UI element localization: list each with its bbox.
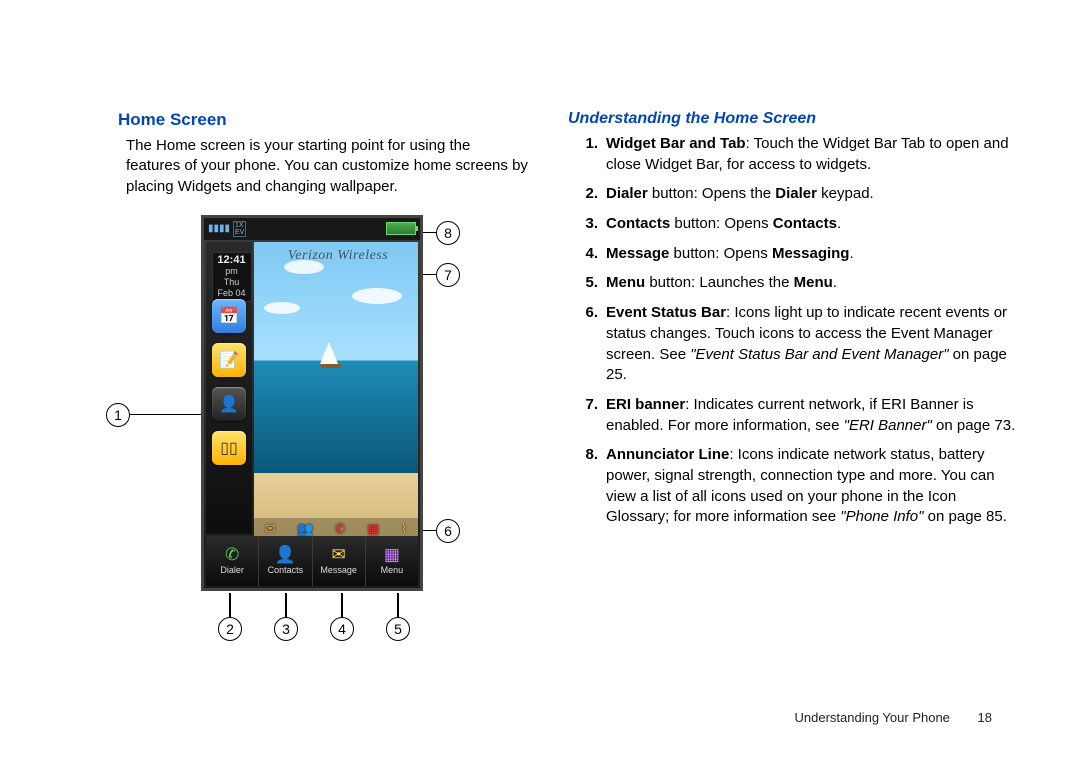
event-calendar-icon: ▦ — [367, 521, 379, 537]
list-item: 8.Annunciator Line: Icons indicate netwo… — [568, 445, 1018, 528]
menu-button[interactable]: ▦ Menu — [366, 536, 418, 586]
dock-label: Menu — [381, 565, 404, 575]
list-item: 4. Message button: Opens Messaging. — [568, 244, 1018, 265]
clock-time: 12:41 — [213, 255, 251, 266]
games-widget-icon: ▯▯ — [212, 431, 246, 465]
annunciator-line: ▮▮▮▮ 1XEV — [204, 218, 420, 240]
callout-7: 7 — [436, 263, 460, 287]
message-button[interactable]: ✉ Message — [313, 536, 366, 586]
battery-icon — [386, 222, 416, 235]
list-item: 1.Widget Bar and Tab: Touch the Widget B… — [568, 134, 1018, 175]
list-item: 5. Menu button: Launches the Menu. — [568, 273, 1018, 294]
callout-6: 6 — [436, 519, 460, 543]
mail-icon: ✉ — [265, 521, 276, 537]
signal-icon: ▮▮▮▮ — [208, 223, 230, 234]
callout-leader — [130, 414, 202, 416]
phone-mockup: ▮▮▮▮ 1XEV Verizon Wireless — [201, 215, 423, 591]
list-number: 5. — [568, 273, 598, 294]
widget-bar: 12:41 pm Thu Feb 04 📅 📝 👤 ▯▯ — [206, 242, 252, 534]
callout-leader — [229, 593, 231, 617]
list-text: Dialer button: Opens the Dialer keypad. — [606, 184, 1018, 205]
list-number: 6. — [568, 303, 598, 386]
sailboat-graphic — [320, 342, 338, 364]
missed-call-icon: ✆ — [335, 521, 346, 537]
callout-4: 4 — [330, 617, 354, 641]
voicemail-icon: ⌇ — [401, 521, 407, 537]
data-icon: 1XEV — [233, 221, 246, 237]
callout-leader — [397, 593, 399, 617]
list-number: 3. — [568, 214, 598, 235]
callout-leader — [285, 593, 287, 617]
list-text: Widget Bar and Tab: Touch the Widget Bar… — [606, 134, 1018, 175]
list-text: Contacts button: Opens Contacts. — [606, 214, 1018, 235]
list-text: Annunciator Line: Icons indicate network… — [606, 445, 1018, 528]
footer-section: Understanding Your Phone — [795, 710, 950, 725]
heading-home-screen: Home Screen — [118, 110, 528, 130]
list-text: ERI banner: Indicates current network, i… — [606, 395, 1018, 436]
list-number: 7. — [568, 395, 598, 436]
calendar-widget-icon: 📅 — [212, 299, 246, 333]
callout-3: 3 — [274, 617, 298, 641]
callout-leader — [341, 593, 343, 617]
callout-1: 1 — [106, 403, 130, 427]
home-screen-diagram: 1 8 7 6 2 3 4 5 ▮▮▮▮ — [106, 213, 536, 673]
clock-ampm: pm — [213, 266, 251, 277]
callout-2: 2 — [218, 617, 242, 641]
list-item: 3. Contacts button: Opens Contacts. — [568, 214, 1018, 235]
intro-paragraph: The Home screen is your starting point f… — [126, 136, 528, 197]
list-number: 2. — [568, 184, 598, 205]
callout-leader — [423, 232, 436, 234]
dock-label: Contacts — [268, 565, 304, 575]
note-widget-icon: 📝 — [212, 343, 246, 377]
dock-label: Message — [320, 565, 357, 575]
phone-icon: ✆ — [225, 546, 239, 564]
heading-understanding: Understanding the Home Screen — [568, 110, 1018, 128]
numbered-list: 1.Widget Bar and Tab: Touch the Widget B… — [568, 134, 1018, 528]
list-number: 1. — [568, 134, 598, 175]
list-text: Message button: Opens Messaging. — [606, 244, 1018, 265]
clock-date: Feb 04 — [213, 288, 251, 299]
list-item: 2. Dialer button: Opens the Dialer keypad… — [568, 184, 1018, 205]
im-icon: 👥 — [297, 521, 313, 537]
callout-leader — [423, 530, 436, 532]
contact-widget-icon: 👤 — [212, 387, 246, 421]
list-item: 6.Event Status Bar: Icons light up to in… — [568, 303, 1018, 386]
list-text: Menu button: Launches the Menu. — [606, 273, 1018, 294]
list-number: 4. — [568, 244, 598, 265]
callout-5: 5 — [386, 617, 410, 641]
list-item: 7.ERI banner: Indicates current network,… — [568, 395, 1018, 436]
footer-page-number: 18 — [978, 710, 992, 725]
dock: ✆ Dialer 👤 Contacts ✉ Message ▦ Menu — [206, 536, 418, 586]
callout-8: 8 — [436, 221, 460, 245]
list-text: Event Status Bar: Icons light up to indi… — [606, 303, 1018, 386]
wallpaper — [254, 242, 418, 538]
page-footer: Understanding Your Phone 18 — [795, 710, 993, 725]
list-number: 8. — [568, 445, 598, 528]
clock-widget: 12:41 pm Thu Feb 04 — [207, 246, 252, 294]
contacts-icon: 👤 — [275, 546, 296, 564]
contacts-button[interactable]: 👤 Contacts — [259, 536, 312, 586]
dock-label: Dialer — [220, 565, 244, 575]
clock-day: Thu — [213, 277, 251, 288]
menu-icon: ▦ — [384, 546, 400, 564]
eri-banner: Verizon Wireless — [264, 248, 412, 264]
dialer-button[interactable]: ✆ Dialer — [206, 536, 259, 586]
message-icon: ✉ — [332, 546, 346, 564]
callout-leader — [423, 274, 436, 276]
